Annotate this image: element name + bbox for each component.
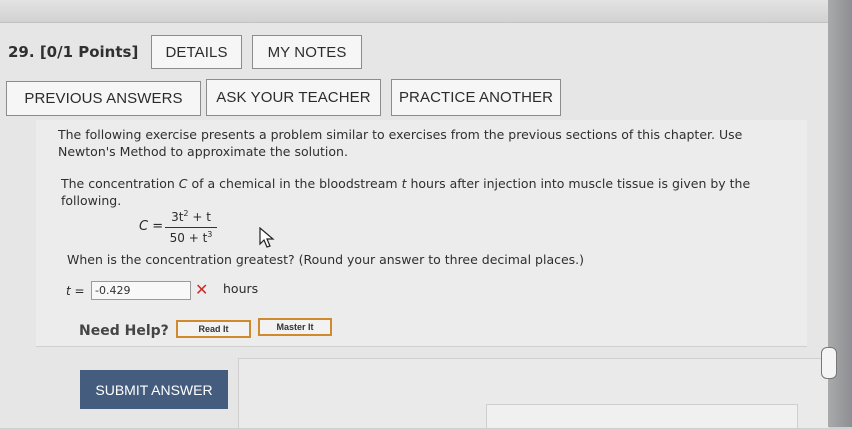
formula-numerator: 3t2 + t [171, 209, 211, 224]
ask-teacher-button[interactable]: ASK YOUR TEACHER [206, 79, 381, 116]
statement-mid: of a chemical in the bloodstream [191, 176, 398, 191]
submit-answer-button[interactable]: SUBMIT ANSWER [80, 370, 228, 409]
statement-var-t: t [401, 176, 407, 191]
question-number: 29. [8, 43, 35, 61]
formula-denominator: 50 + t3 [169, 230, 213, 245]
need-help-label: Need Help? [79, 323, 169, 339]
problem-statement: The concentration C of a chemical in the… [61, 175, 801, 209]
problem-intro: The following exercise presents a proble… [58, 127, 743, 159]
statement-prefix: The concentration [61, 176, 175, 191]
answer-input[interactable] [91, 281, 191, 300]
problem-prompt: When is the concentration greatest? (Rou… [67, 252, 585, 267]
denominator-exponent: 3 [207, 230, 213, 239]
fraction-bar [165, 227, 217, 228]
formula-lhs-var: C [139, 219, 149, 234]
my-notes-button[interactable]: MY NOTES [252, 35, 362, 69]
numerator-exponent: 2 [183, 209, 189, 218]
answer-unit: hours [223, 281, 259, 296]
incorrect-x-icon: ✕ [195, 280, 209, 299]
details-button[interactable]: DETAILS [151, 35, 242, 69]
statement-var-c: C [178, 176, 188, 191]
master-it-button[interactable]: Master It [258, 318, 332, 336]
scrollbar-thumb[interactable] [821, 347, 837, 379]
lower-panel-inner [486, 404, 798, 429]
practice-another-button[interactable]: PRACTICE ANOTHER [391, 79, 561, 116]
formula-lhs: C = [139, 219, 163, 234]
answer-label: t = [66, 284, 85, 298]
previous-answers-button[interactable]: PREVIOUS ANSWERS [6, 81, 201, 116]
mouse-pointer-icon [259, 227, 275, 248]
question-header: 29. [0/1 Points] [8, 43, 138, 61]
question-points: [0/1 Points] [39, 43, 139, 61]
top-strip [0, 0, 852, 22]
read-it-button[interactable]: Read It [176, 320, 251, 338]
formula-equals: = [152, 219, 164, 234]
